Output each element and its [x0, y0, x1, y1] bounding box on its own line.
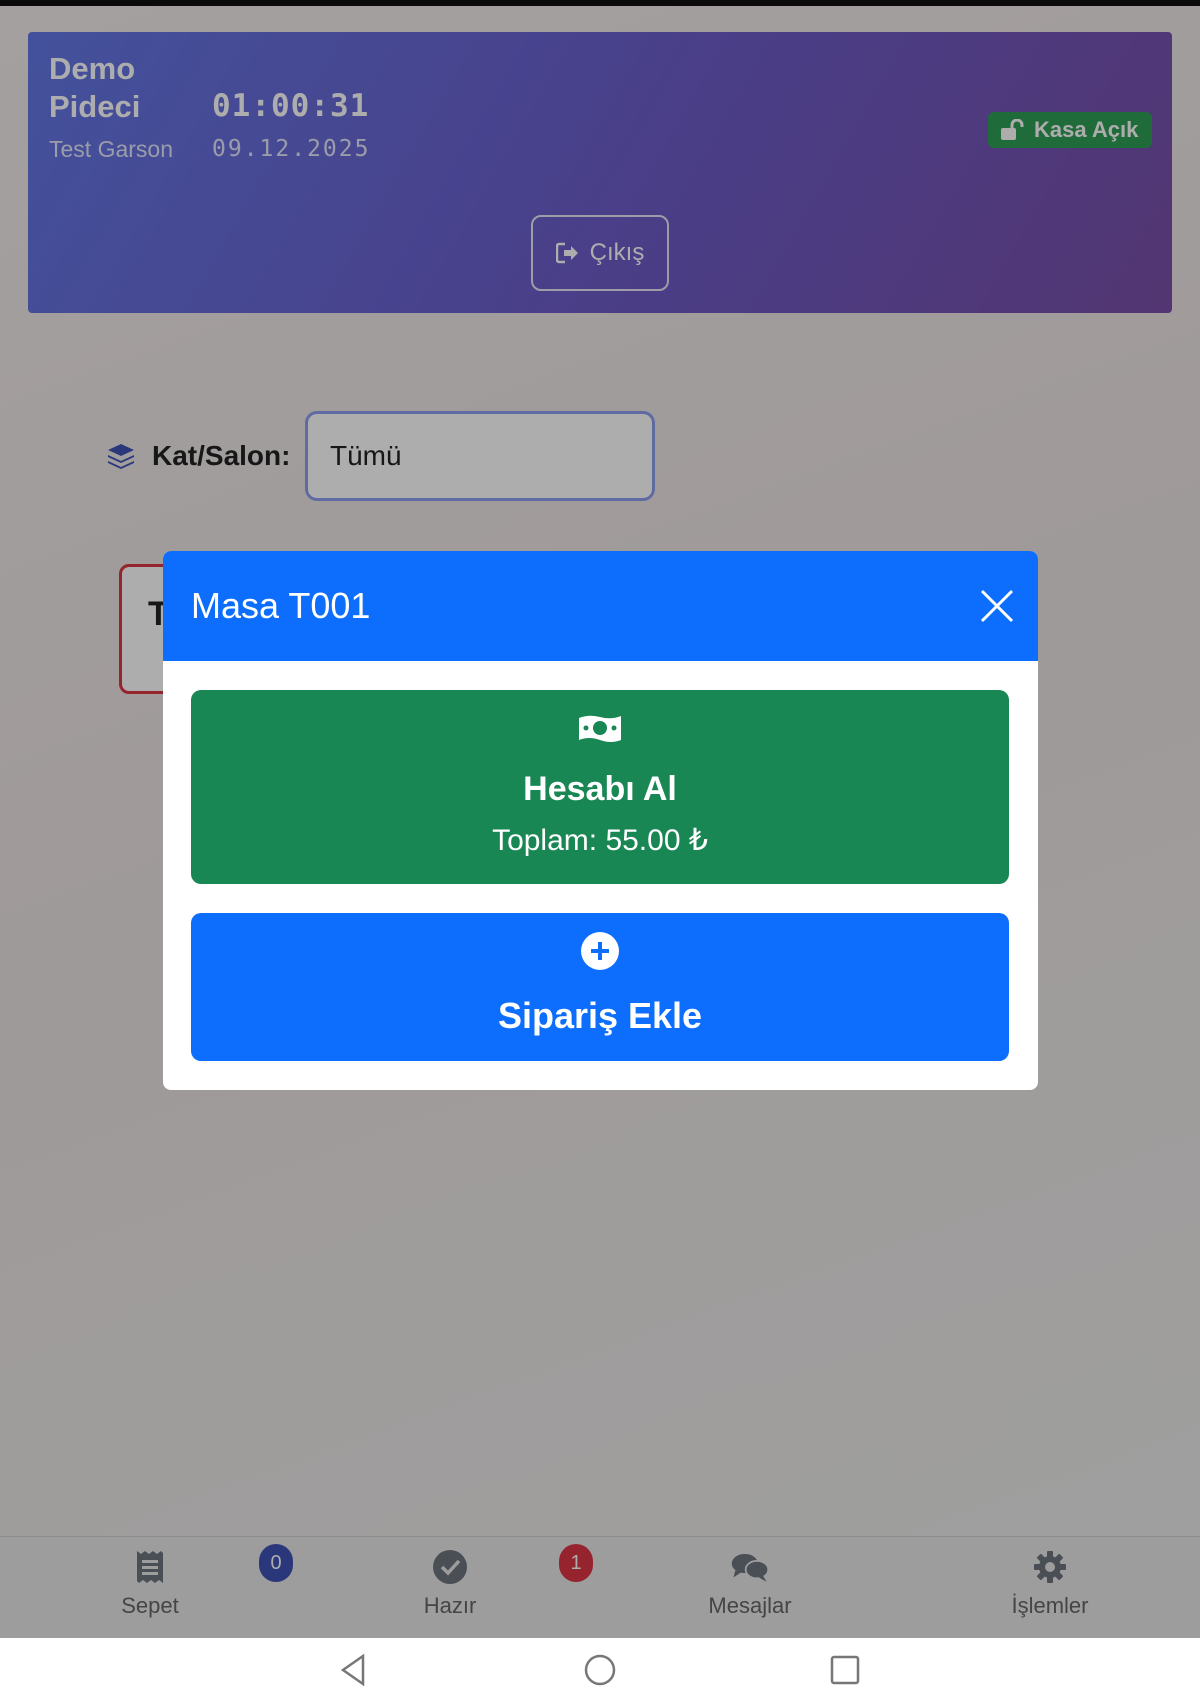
table-action-modal: Masa T001 Hesabı Al Toplam: 55.00 ₺ Sipa…: [163, 551, 1038, 1090]
back-icon[interactable]: [335, 1650, 375, 1690]
plus-circle-icon: [581, 932, 619, 970]
modal-title: Masa T001: [191, 585, 371, 626]
modal-header: Masa T001: [163, 551, 1038, 661]
system-nav-bar: [0, 1638, 1200, 1700]
close-icon[interactable]: [978, 587, 1016, 625]
add-order-button[interactable]: Sipariş Ekle: [191, 913, 1009, 1061]
pay-total: Toplam: 55.00 ₺: [492, 824, 708, 857]
home-icon[interactable]: [580, 1650, 620, 1690]
pay-bill-button[interactable]: Hesabı Al Toplam: 55.00 ₺: [191, 690, 1009, 884]
pay-bill-label: Hesabı Al: [523, 770, 677, 808]
recents-icon[interactable]: [825, 1650, 865, 1690]
modal-body: Hesabı Al Toplam: 55.00 ₺ Sipariş Ekle: [163, 661, 1038, 1090]
money-bill-icon: [579, 715, 621, 742]
add-order-label: Sipariş Ekle: [497, 995, 703, 1036]
